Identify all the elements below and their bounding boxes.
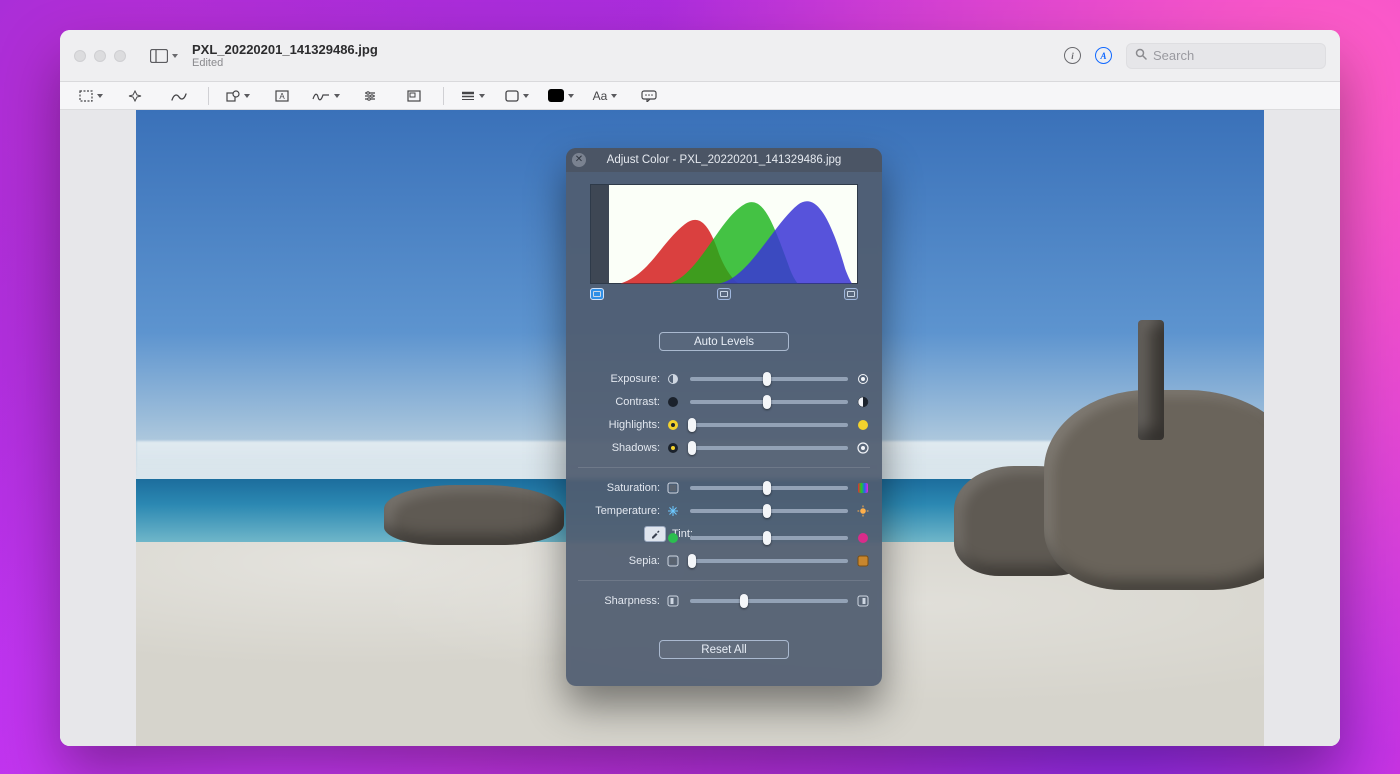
shadows-slider[interactable] [690, 446, 848, 450]
contrast-label: Contrast: [576, 396, 660, 408]
fill-color-tool[interactable] [546, 86, 576, 106]
histogram [590, 184, 858, 284]
sharpness-label: Sharpness: [576, 595, 660, 607]
tint-slider[interactable] [690, 536, 848, 540]
markup-toolbar: A Aa [60, 82, 1340, 110]
toolbar-separator [208, 87, 209, 105]
temperature-row: Temperature: [576, 501, 872, 520]
exposure-low-icon [666, 372, 680, 386]
panel-titlebar[interactable]: ✕ Adjust Color - PXL_20220201_141329486.… [566, 148, 882, 172]
temperature-warm-icon [856, 504, 870, 518]
exposure-row: Exposure: [576, 369, 872, 388]
temperature-label: Temperature: [576, 505, 660, 517]
saturation-label: Saturation: [576, 482, 660, 494]
shadows-row: Shadows: [576, 438, 872, 457]
histogram-white-point-handle[interactable] [844, 288, 858, 300]
histogram-mid-point-handle[interactable] [717, 288, 731, 300]
sepia-high-icon [856, 554, 870, 568]
highlights-slider[interactable] [690, 423, 848, 427]
adjust-color-panel: ✕ Adjust Color - PXL_20220201_141329486.… [566, 148, 882, 686]
saturation-slider[interactable] [690, 486, 848, 490]
saturation-low-icon [666, 481, 680, 495]
temperature-cold-icon [666, 504, 680, 518]
search-field[interactable] [1126, 43, 1326, 69]
annotate-tool[interactable] [634, 86, 664, 106]
shadows-low-icon [666, 441, 680, 455]
exposure-high-icon [856, 372, 870, 386]
saturation-high-icon [856, 481, 870, 495]
border-color-tool[interactable] [502, 86, 532, 106]
exposure-label: Exposure: [576, 373, 660, 385]
search-input[interactable] [1153, 48, 1317, 63]
window-subtitle: Edited [192, 57, 378, 69]
shadows-label: Shadows: [576, 442, 660, 454]
window-title: PXL_20220201_141329486.jpg [192, 42, 378, 57]
traffic-zoom[interactable] [114, 50, 126, 62]
exposure-slider[interactable] [690, 377, 848, 381]
shadows-high-icon [856, 441, 870, 455]
sketch-tool[interactable] [164, 86, 194, 106]
traffic-close[interactable] [74, 50, 86, 62]
border-style-tool[interactable] [458, 86, 488, 106]
tint-green-icon [666, 531, 680, 545]
search-icon [1135, 48, 1147, 63]
svg-text:A: A [279, 92, 285, 101]
instant-alpha-tool[interactable] [120, 86, 150, 106]
contrast-low-icon [666, 395, 680, 409]
contrast-high-icon [856, 395, 870, 409]
histogram-black-point-handle[interactable] [590, 288, 604, 300]
sharpness-low-icon [666, 594, 680, 608]
traffic-lights [74, 50, 126, 62]
contrast-slider[interactable] [690, 400, 848, 404]
adjust-size-tool[interactable] [399, 86, 429, 106]
fill-swatch [548, 89, 564, 102]
panel-close-button[interactable]: ✕ [572, 153, 586, 167]
sharpness-row: Sharpness: [576, 591, 872, 610]
contrast-row: Contrast: [576, 392, 872, 411]
tint-magenta-icon [856, 531, 870, 545]
adjust-color-tool[interactable] [355, 86, 385, 106]
histogram-handles [590, 288, 858, 304]
reset-all-button[interactable]: Reset All [659, 640, 789, 659]
panel-title-text: Adjust Color - PXL_20220201_141329486.jp… [607, 154, 842, 166]
sepia-label: Sepia: [576, 555, 660, 567]
sepia-row: Sepia: [576, 551, 872, 570]
text-style-tool[interactable]: Aa [590, 86, 620, 106]
sepia-slider[interactable] [690, 559, 848, 563]
sepia-low-icon [666, 554, 680, 568]
sidebar-toggle[interactable] [144, 44, 184, 68]
window-title-block: PXL_20220201_141329486.jpg Edited [192, 42, 378, 69]
sign-tool[interactable] [311, 86, 341, 106]
titlebar: PXL_20220201_141329486.jpg Edited i A [60, 30, 1340, 82]
temperature-slider[interactable] [690, 509, 848, 513]
toolbar-separator [443, 87, 444, 105]
auto-levels-button[interactable]: Auto Levels [659, 332, 789, 351]
selection-tool[interactable] [76, 86, 106, 106]
chevron-down-icon [172, 54, 178, 58]
highlights-high-icon [856, 418, 870, 432]
traffic-minimize[interactable] [94, 50, 106, 62]
sharpness-high-icon [856, 594, 870, 608]
highlights-label: Highlights: [576, 419, 660, 431]
shapes-tool[interactable] [223, 86, 253, 106]
highlights-low-icon [666, 418, 680, 432]
canvas-gutter-right [1264, 110, 1340, 746]
canvas-gutter-left [60, 110, 136, 746]
sharpness-slider[interactable] [690, 599, 848, 603]
saturation-row: Saturation: [576, 478, 872, 497]
markup-icon[interactable]: A [1095, 47, 1112, 64]
info-icon[interactable]: i [1064, 47, 1081, 64]
text-tool[interactable]: A [267, 86, 297, 106]
highlights-row: Highlights: [576, 415, 872, 434]
